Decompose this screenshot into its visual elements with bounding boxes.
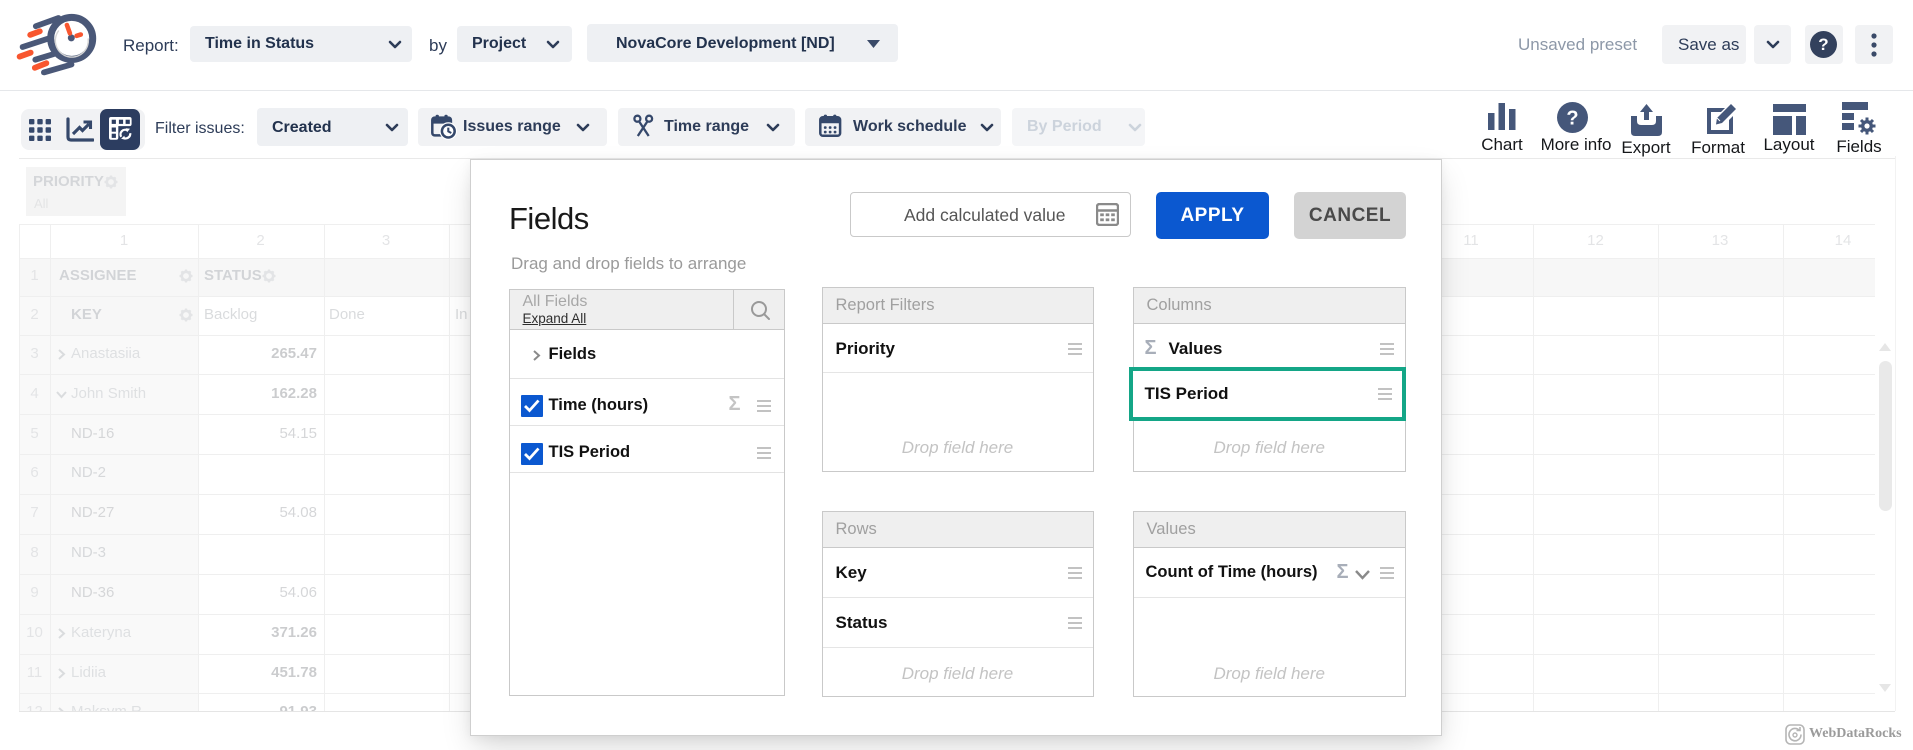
svg-text:?: ?	[1566, 108, 1578, 130]
